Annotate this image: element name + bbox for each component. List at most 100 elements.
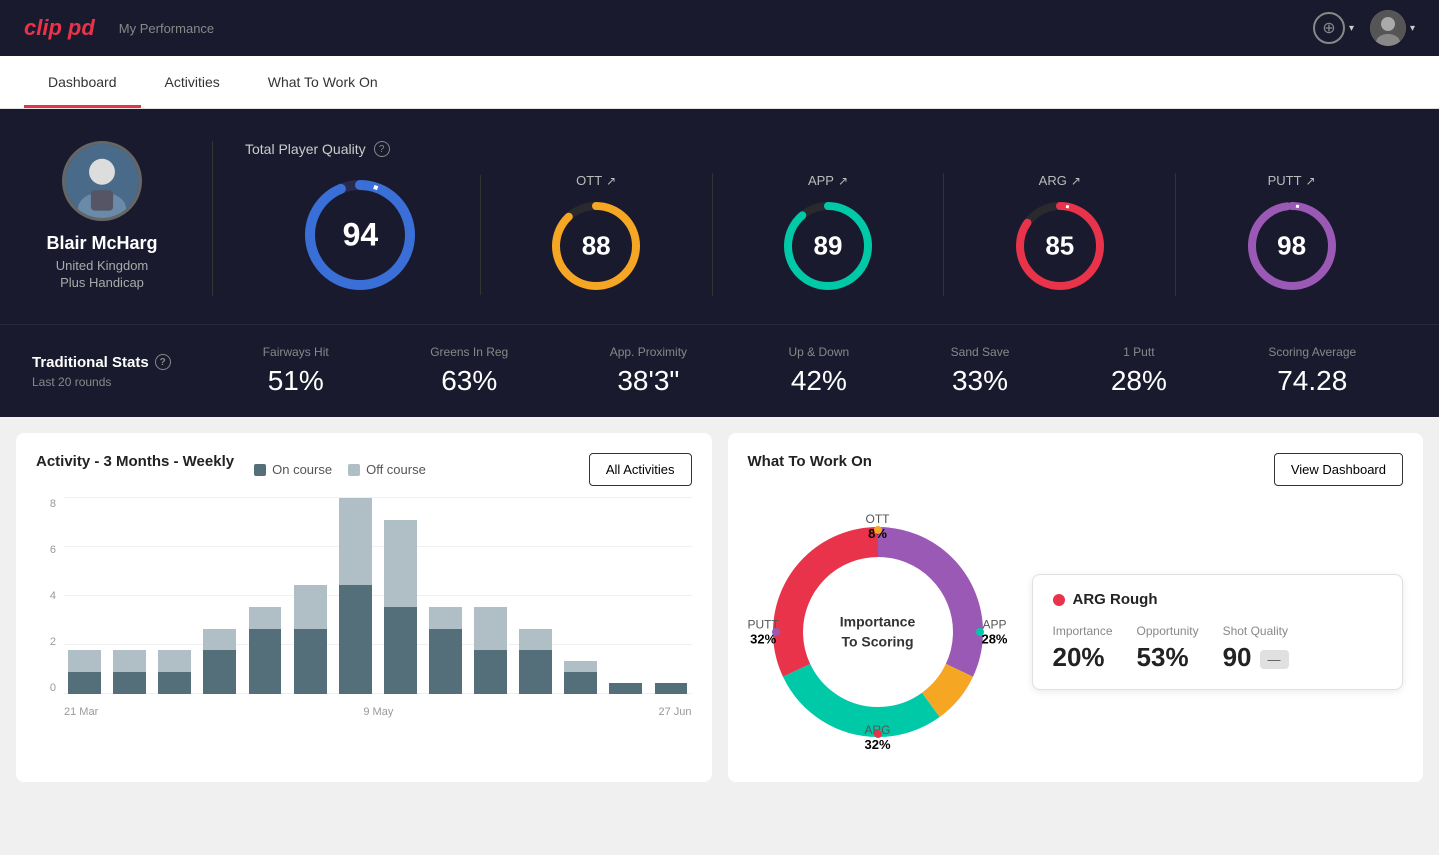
ts-scoring: Scoring Average 74.28 xyxy=(1268,345,1356,397)
bar-off-1 xyxy=(113,650,146,672)
putt-ring: 98 xyxy=(1242,196,1342,296)
ts-greens: Greens In Reg 63% xyxy=(430,345,508,397)
score-item-arg: ARG ↗ 85 xyxy=(944,173,1176,296)
detail-card-title: ARG Rough xyxy=(1053,591,1383,608)
x-label-mar: 21 Mar xyxy=(64,706,98,718)
bar-off-10 xyxy=(519,629,552,651)
y-labels: 8 6 4 2 0 xyxy=(36,498,56,694)
app-score-value: 89 xyxy=(814,231,843,262)
app-segment-label: APP 28% xyxy=(981,618,1007,647)
legend-off-course: Off course xyxy=(348,462,426,477)
bar-group-2 xyxy=(154,498,195,694)
detail-importance: Importance 20% xyxy=(1053,624,1113,673)
bar-on-1 xyxy=(113,672,146,694)
detail-metrics: Importance 20% Opportunity 53% Shot Qual… xyxy=(1053,624,1383,673)
off-course-dot xyxy=(348,464,360,476)
app-label: APP ↗ xyxy=(808,173,848,188)
score-item-app: APP ↗ 89 xyxy=(713,173,945,296)
bar-off-6 xyxy=(339,498,372,585)
x-labels: 21 Mar 9 May 27 Jun xyxy=(64,706,692,718)
header-right: ⊕ ▾ ▾ xyxy=(1313,10,1415,46)
putt-label: PUTT ↗ xyxy=(1268,173,1316,188)
bar-off-3 xyxy=(203,629,236,651)
what-to-work-on-panel: What To Work On View Dashboard xyxy=(728,433,1424,782)
bar-group-7 xyxy=(380,498,421,694)
arg-ring: 85 xyxy=(1010,196,1110,296)
avatar-group[interactable]: ▾ xyxy=(1370,10,1415,46)
add-chevron-icon: ▾ xyxy=(1349,23,1354,34)
all-activities-button[interactable]: All Activities xyxy=(589,453,692,486)
score-item-putt: PUTT ↗ 98 xyxy=(1176,173,1407,296)
ott-label: OTT ↗ xyxy=(576,173,616,188)
bar-group-10 xyxy=(515,498,556,694)
app-ring: 89 xyxy=(778,196,878,296)
bar-group-9 xyxy=(470,498,511,694)
arg-label: ARG ↗ xyxy=(1039,173,1081,188)
x-label-may: 9 May xyxy=(363,706,393,718)
shot-quality-badge: — xyxy=(1260,650,1289,669)
bar-group-12 xyxy=(605,498,646,694)
bar-group-3 xyxy=(199,498,240,694)
view-dashboard-button[interactable]: View Dashboard xyxy=(1274,453,1403,486)
putt-dot-indicator xyxy=(772,628,780,636)
tab-activities[interactable]: Activities xyxy=(141,56,244,108)
bar-group-5 xyxy=(290,498,331,694)
player-country: United Kingdom xyxy=(56,258,149,273)
ott-ring: 88 xyxy=(546,196,646,296)
bar-group-1 xyxy=(109,498,150,694)
activity-chart-panel: Activity - 3 Months - Weekly On course O… xyxy=(16,433,712,782)
chart-header: Activity - 3 Months - Weekly On course O… xyxy=(36,453,692,486)
tab-what-to-work-on[interactable]: What To Work On xyxy=(244,56,402,108)
bar-on-3 xyxy=(203,650,236,694)
logo: clippd xyxy=(24,15,95,41)
bar-off-7 xyxy=(384,520,417,607)
bar-off-4 xyxy=(249,607,282,629)
bar-group-4 xyxy=(244,498,285,694)
putt-trend-icon: ↗ xyxy=(1306,174,1316,188)
ts-subtitle: Last 20 rounds xyxy=(32,375,212,389)
bar-on-6 xyxy=(339,585,372,694)
total-ring: 94 xyxy=(300,175,420,295)
avatar xyxy=(1370,10,1406,46)
total-info-icon[interactable]: ? xyxy=(374,141,390,157)
bar-group-0 xyxy=(64,498,105,694)
bar-group-13 xyxy=(650,498,691,694)
y-label-2: 2 xyxy=(50,636,56,648)
bar-on-7 xyxy=(384,607,417,694)
x-label-jun: 27 Jun xyxy=(658,706,691,718)
add-button[interactable]: ⊕ xyxy=(1313,12,1345,44)
header-title: My Performance xyxy=(119,21,214,36)
y-label-4: 4 xyxy=(50,590,56,602)
score-item-total: 94 xyxy=(245,175,481,295)
ts-fairways: Fairways Hit 51% xyxy=(263,345,329,397)
player-name: Blair McHarg xyxy=(46,233,157,254)
ts-info-icon[interactable]: ? xyxy=(155,354,171,370)
score-item-ott: OTT ↗ 88 xyxy=(481,173,713,296)
player-avatar xyxy=(62,141,142,221)
bar-on-4 xyxy=(249,629,282,694)
logo-text: clip xyxy=(24,15,62,41)
add-button-group[interactable]: ⊕ ▾ xyxy=(1313,12,1354,44)
wtwo-header: What To Work On View Dashboard xyxy=(748,453,1404,486)
ts-title: Traditional Stats ? xyxy=(32,354,212,371)
bar-on-8 xyxy=(429,629,462,694)
nav: Dashboard Activities What To Work On xyxy=(0,56,1439,109)
score-rings: 94 OTT ↗ 88 AP xyxy=(245,173,1407,296)
tab-dashboard[interactable]: Dashboard xyxy=(24,56,141,108)
ts-label-section: Traditional Stats ? Last 20 rounds xyxy=(32,354,212,389)
legend-on-course: On course xyxy=(254,462,332,477)
bar-off-2 xyxy=(158,650,191,672)
chart-title: Activity - 3 Months - Weekly xyxy=(36,453,234,470)
arg-score-value: 85 xyxy=(1045,231,1074,262)
chart-legend: On course Off course xyxy=(254,462,426,477)
player-card: Blair McHarg United Kingdom Plus Handica… xyxy=(32,141,212,296)
hero-section: Blair McHarg United Kingdom Plus Handica… xyxy=(0,109,1439,324)
bar-on-12 xyxy=(609,683,642,694)
bar-on-13 xyxy=(655,683,688,694)
bottom-panels: Activity - 3 Months - Weekly On course O… xyxy=(0,417,1439,798)
detail-dot xyxy=(1053,594,1065,606)
ott-trend-icon: ↗ xyxy=(606,174,616,188)
logo-text2: pd xyxy=(68,15,95,41)
ts-items: Fairways Hit 51% Greens In Reg 63% App. … xyxy=(212,345,1407,397)
putt-score-value: 98 xyxy=(1277,231,1306,262)
